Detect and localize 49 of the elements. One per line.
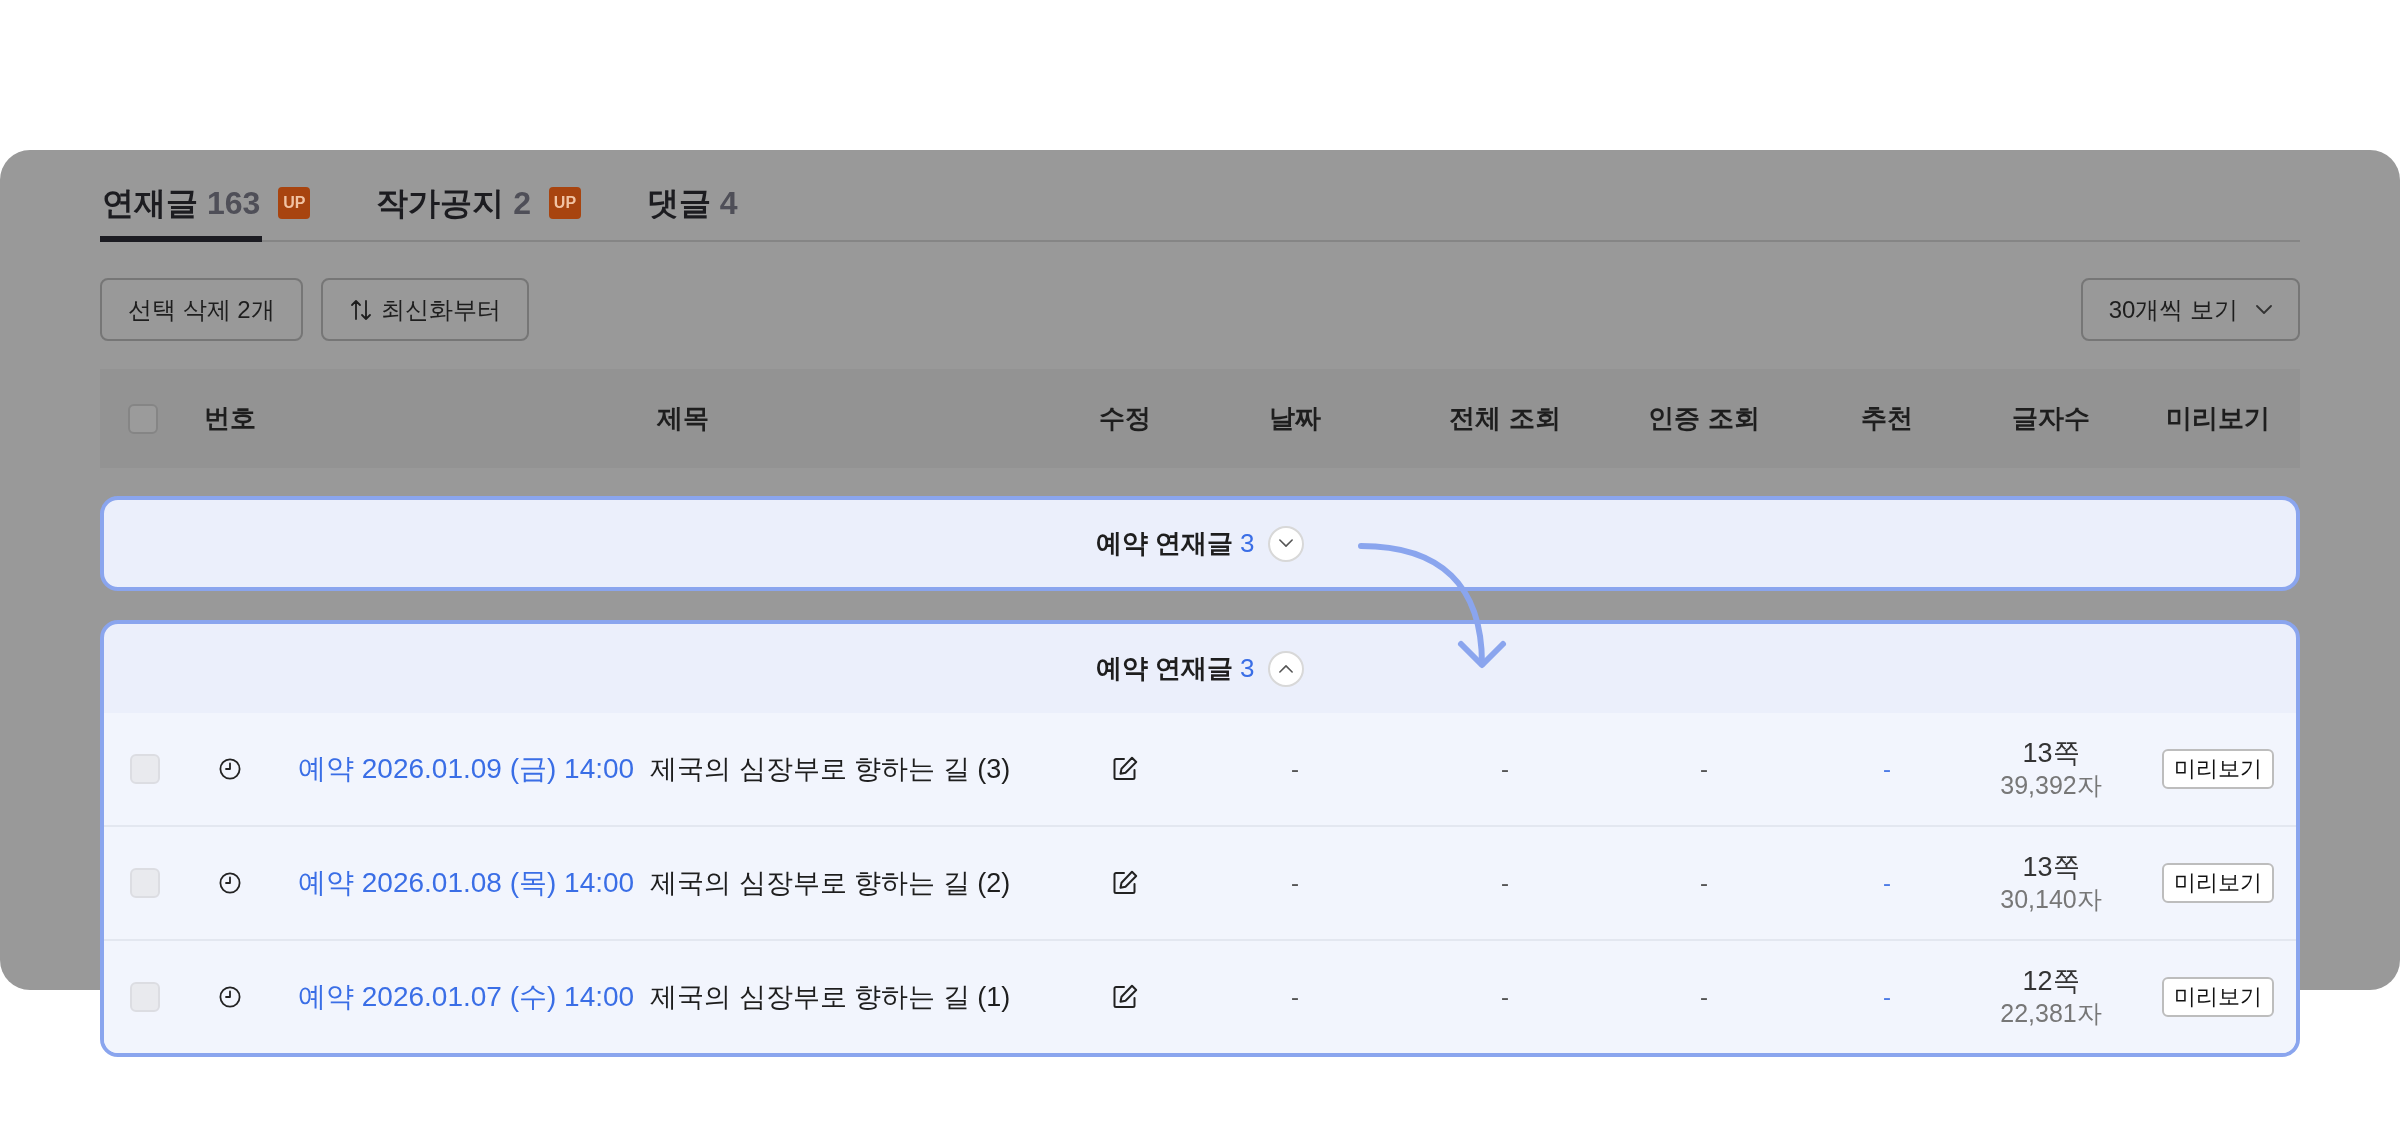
clock-icon [219, 872, 241, 894]
date-value: - [1291, 755, 1299, 783]
recommend-value: - [1883, 869, 1891, 897]
total-views-value: - [1501, 983, 1509, 1011]
column-header: 제목 [657, 402, 709, 435]
char-count: 22,381자 [2000, 998, 2102, 1030]
column-header: 미리보기 [2166, 402, 2270, 435]
clock-icon [219, 986, 241, 1008]
sort-icon [348, 297, 373, 322]
collapse-toggle[interactable] [1268, 650, 1305, 687]
verified-views-value: - [1700, 869, 1708, 897]
verified-views-value: - [1700, 755, 1708, 783]
recommend-value: - [1883, 755, 1891, 783]
column-header: 날짜 [1269, 402, 1321, 435]
page-count: 13쪽 [2022, 850, 2080, 884]
up-badge: UP [278, 187, 311, 219]
edit-icon[interactable] [1112, 756, 1138, 782]
sort-button[interactable]: 최신화부터 [320, 278, 529, 341]
edit-icon[interactable] [1112, 870, 1138, 896]
clock-icon [219, 758, 241, 780]
tab[interactable]: 연재글 163 [100, 180, 263, 242]
delete-selected-button[interactable]: 선택 삭제 2개 [100, 278, 303, 341]
verified-views-value: - [1700, 983, 1708, 1011]
date-value: - [1291, 869, 1299, 897]
page-count: 12쪽 [2022, 964, 2080, 998]
tab[interactable]: 작가공지 2 [374, 180, 533, 242]
section-title: 예약 연재글 3 [1095, 527, 1255, 560]
total-views-value: - [1501, 755, 1509, 783]
edit-icon[interactable] [1112, 984, 1138, 1010]
section-title: 예약 연재글 3 [1095, 652, 1255, 685]
column-header: 글자수 [2012, 402, 2090, 435]
char-count: 39,392자 [2000, 770, 2102, 802]
chevron-down-icon [2256, 304, 2272, 315]
column-header: 번호 [204, 402, 256, 435]
column-header: 수정 [1099, 402, 1151, 435]
column-header: 추천 [1861, 402, 1913, 435]
char-count: 30,140자 [2000, 884, 2102, 916]
page-count: 13쪽 [2022, 736, 2080, 770]
chevron-down-icon [1279, 539, 1294, 548]
total-views-value: - [1501, 869, 1509, 897]
up-badge: UP [548, 187, 581, 219]
date-value: - [1291, 983, 1299, 1011]
recommend-value: - [1883, 983, 1891, 1011]
expand-toggle[interactable] [1268, 525, 1305, 562]
chevron-up-icon [1279, 664, 1294, 673]
tab[interactable]: 댓글 4 [644, 180, 740, 242]
page-size-dropdown[interactable]: 30개씩 보기 [2080, 278, 2300, 341]
column-header: 인증 조회 [1648, 402, 1760, 435]
column-header: 전체 조회 [1449, 402, 1561, 435]
